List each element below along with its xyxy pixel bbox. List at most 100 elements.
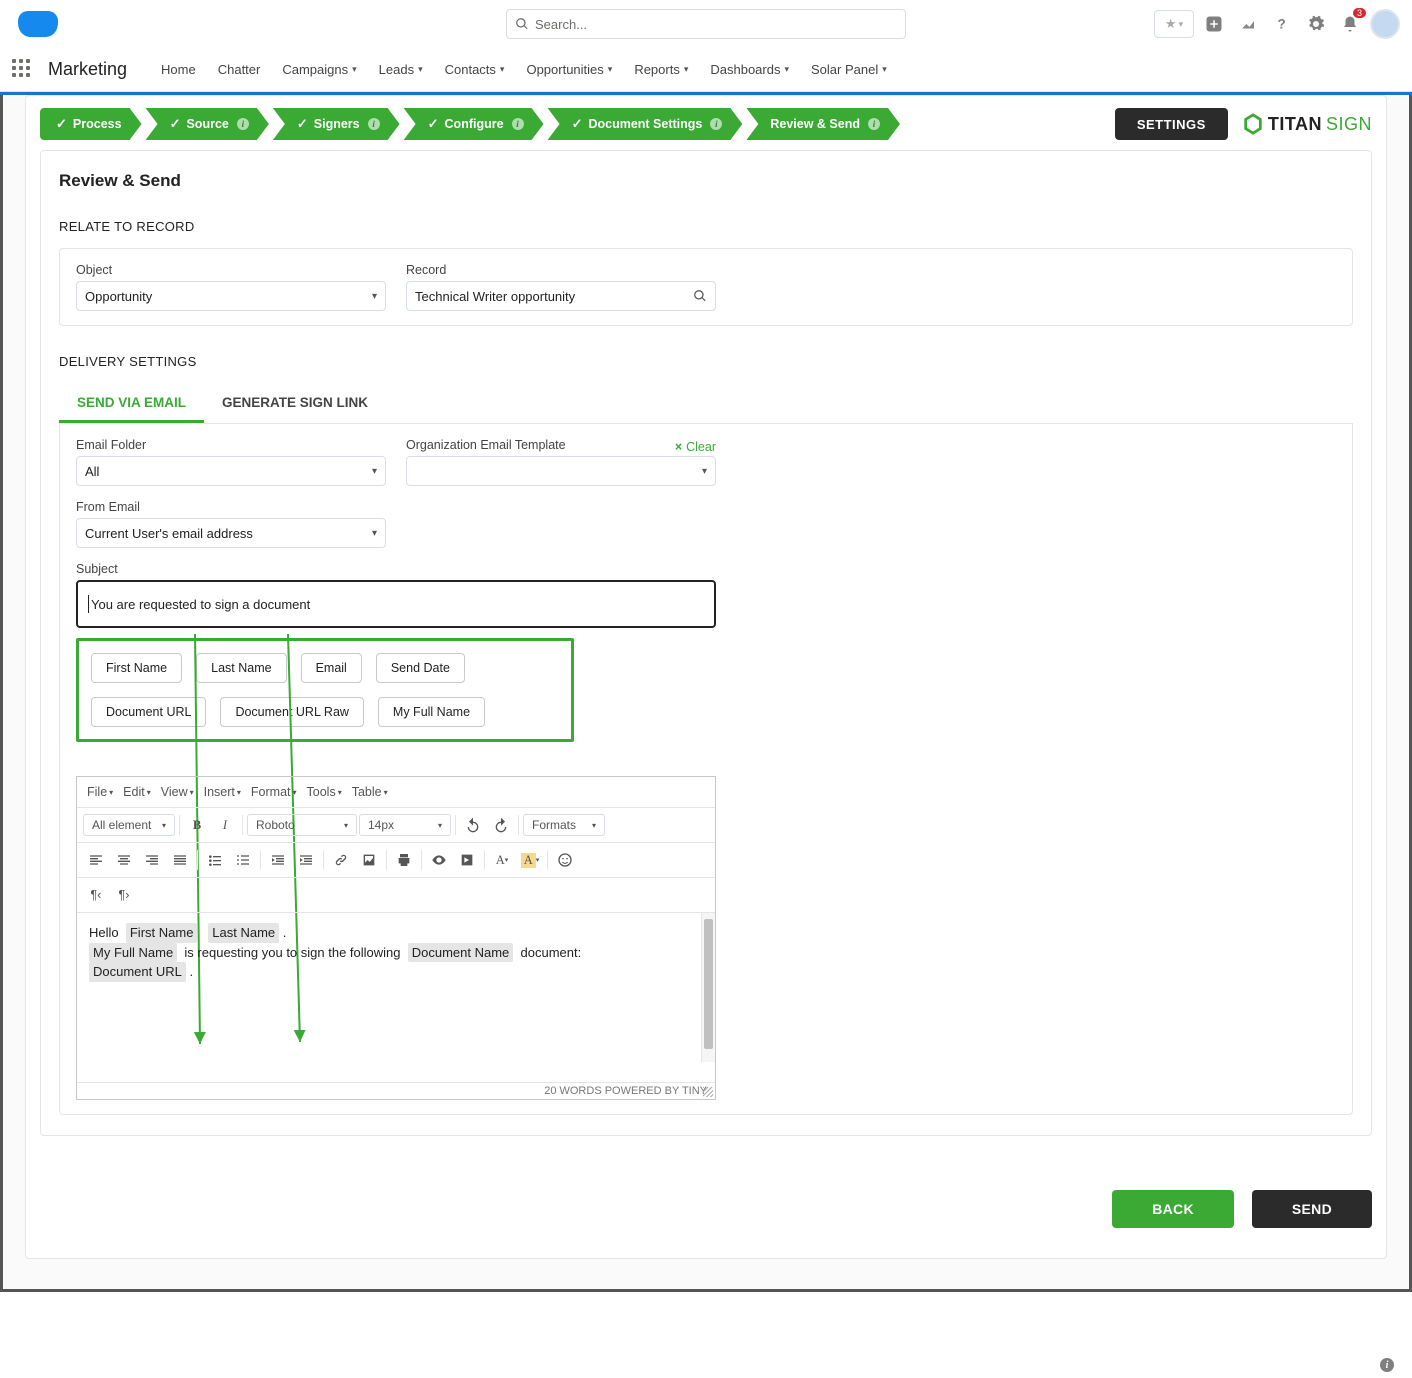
notifications-bell-icon[interactable]: 3 xyxy=(1336,10,1364,38)
stepper: ✓Process ✓Sourcei ✓Signersi ✓Configurei … xyxy=(40,108,1372,140)
merge-tag-document-url[interactable]: Document URL xyxy=(91,697,206,727)
merge-tag-first-name[interactable]: First Name xyxy=(91,653,182,683)
step-process[interactable]: ✓Process xyxy=(40,108,142,140)
org-email-template-select[interactable]: ▾ xyxy=(406,456,716,486)
app-launcher-icon[interactable] xyxy=(12,59,34,81)
user-avatar[interactable] xyxy=(1370,9,1400,39)
send-button[interactable]: SEND xyxy=(1252,1190,1372,1228)
salesforce-logo xyxy=(18,11,58,37)
outdent-icon[interactable] xyxy=(265,847,291,873)
menu-file[interactable]: File ▾ xyxy=(83,781,117,803)
back-button[interactable]: BACK xyxy=(1112,1190,1234,1228)
italic-button[interactable]: I xyxy=(212,812,238,838)
rtl-icon[interactable]: ¶› xyxy=(111,882,137,908)
formats-select[interactable]: Formats▾ xyxy=(523,814,605,836)
chip-first-name[interactable]: First Name xyxy=(126,923,198,943)
redo-button[interactable] xyxy=(488,812,514,838)
undo-button[interactable] xyxy=(460,812,486,838)
step-configure[interactable]: ✓Configurei xyxy=(404,108,544,140)
editor-toolbar-3[interactable]: ¶‹ ¶› xyxy=(77,878,715,913)
subject-input[interactable]: You are requested to sign a document xyxy=(76,580,716,628)
step-source[interactable]: ✓Sourcei xyxy=(146,108,269,140)
chip-my-full-name[interactable]: My Full Name xyxy=(89,943,177,963)
settings-button[interactable]: SETTINGS xyxy=(1115,108,1228,140)
tab-generate-sign-link[interactable]: GENERATE SIGN LINK xyxy=(204,385,386,423)
nav-item-dashboards[interactable]: Dashboards▾ xyxy=(700,56,799,83)
bullet-list-icon[interactable] xyxy=(202,847,228,873)
merge-tag-send-date[interactable]: Send Date xyxy=(376,653,465,683)
font-select[interactable]: Roboto▾ xyxy=(247,814,357,836)
record-label: Record xyxy=(406,263,716,277)
tab-send-via-email[interactable]: SEND VIA EMAIL xyxy=(59,385,204,423)
align-right-icon[interactable] xyxy=(139,847,165,873)
editor-toolbar-2[interactable]: A▾ A▾ xyxy=(77,843,715,878)
nav-item-home[interactable]: Home xyxy=(151,56,206,83)
editor-content[interactable]: Hello First Name Last Name . My Full Nam… xyxy=(77,913,715,1082)
sales-icon[interactable] xyxy=(1234,10,1262,38)
merge-tag-email[interactable]: Email xyxy=(301,653,362,683)
editor-toolbar-1[interactable]: All element▾ B I Roboto▾ 14px▾ Formats▾ xyxy=(77,808,715,843)
align-justify-icon[interactable] xyxy=(167,847,193,873)
merge-tag-my-full-name[interactable]: My Full Name xyxy=(378,697,485,727)
menu-insert[interactable]: Insert ▾ xyxy=(200,781,245,803)
editor-status-bar: 20 WORDS POWERED BY TINY xyxy=(77,1082,715,1099)
nav-item-reports[interactable]: Reports▾ xyxy=(624,56,698,83)
nav-item-solar-panel[interactable]: Solar Panel▾ xyxy=(801,56,897,83)
nav-item-campaigns[interactable]: Campaigns▾ xyxy=(272,56,366,83)
nav-item-chatter[interactable]: Chatter xyxy=(208,56,271,83)
align-center-icon[interactable] xyxy=(111,847,137,873)
text-color-icon[interactable]: A▾ xyxy=(489,847,515,873)
link-icon[interactable] xyxy=(328,847,354,873)
preview-icon[interactable] xyxy=(426,847,452,873)
info-icon[interactable]: i xyxy=(1380,1358,1394,1372)
help-icon[interactable]: ? xyxy=(1268,10,1296,38)
print-icon[interactable] xyxy=(391,847,417,873)
fontsize-select[interactable]: 14px▾ xyxy=(359,814,451,836)
ltr-icon[interactable]: ¶‹ xyxy=(83,882,109,908)
editor-scrollbar[interactable] xyxy=(701,913,715,1062)
nav-item-opportunities[interactable]: Opportunities▾ xyxy=(516,56,622,83)
menu-table[interactable]: Table ▾ xyxy=(348,781,392,803)
align-left-icon[interactable] xyxy=(83,847,109,873)
clear-template-button[interactable]: ×Clear xyxy=(675,440,716,454)
add-icon[interactable] xyxy=(1200,10,1228,38)
titan-sign-logo: TITANSIGN xyxy=(1242,113,1372,135)
step-signers[interactable]: ✓Signersi xyxy=(273,108,400,140)
bold-button[interactable]: B xyxy=(184,812,210,838)
elements-select[interactable]: All element▾ xyxy=(83,814,175,836)
menu-tools[interactable]: Tools ▾ xyxy=(303,781,346,803)
emoji-icon[interactable] xyxy=(552,847,578,873)
email-folder-label: Email Folder xyxy=(76,438,386,452)
favorites-pill[interactable]: ★▾ xyxy=(1154,10,1194,38)
nav-item-leads[interactable]: Leads▾ xyxy=(369,56,433,83)
step-document-settings[interactable]: ✓Document Settingsi xyxy=(548,108,743,140)
record-lookup[interactable]: Technical Writer opportunity xyxy=(406,281,716,311)
app-name: Marketing xyxy=(48,59,127,80)
resize-handle[interactable] xyxy=(703,1087,713,1097)
chip-document-name[interactable]: Document Name xyxy=(408,943,514,963)
editor-menubar[interactable]: File ▾Edit ▾View ▾Insert ▾Format ▾Tools … xyxy=(77,777,715,808)
object-select[interactable]: Opportunity▾ xyxy=(76,281,386,311)
email-folder-select[interactable]: All▾ xyxy=(76,456,386,486)
image-icon[interactable] xyxy=(356,847,382,873)
page-title: Review & Send xyxy=(59,171,1353,191)
step-review-send[interactable]: Review & Sendi xyxy=(746,108,900,140)
chip-document-url[interactable]: Document URL xyxy=(89,962,186,982)
menu-view[interactable]: View ▾ xyxy=(157,781,198,803)
global-search[interactable]: Search... xyxy=(506,9,906,39)
menu-edit[interactable]: Edit ▾ xyxy=(119,781,155,803)
bg-color-icon[interactable]: A▾ xyxy=(517,847,543,873)
from-email-label: From Email xyxy=(76,500,386,514)
from-email-select[interactable]: Current User's email address▾ xyxy=(76,518,386,548)
indent-icon[interactable] xyxy=(293,847,319,873)
svg-text:?: ? xyxy=(1278,17,1286,32)
merge-tags-box: First Name Last Name Email Send Date Documen… xyxy=(76,638,574,742)
number-list-icon[interactable] xyxy=(230,847,256,873)
chip-last-name[interactable]: Last Name xyxy=(208,923,279,943)
setup-gear-icon[interactable] xyxy=(1302,10,1330,38)
media-icon[interactable] xyxy=(454,847,480,873)
merge-tag-document-url-raw[interactable]: Document URL Raw xyxy=(220,697,363,727)
merge-tag-last-name[interactable]: Last Name xyxy=(196,653,286,683)
menu-format[interactable]: Format ▾ xyxy=(247,781,301,803)
nav-item-contacts[interactable]: Contacts▾ xyxy=(435,56,515,83)
